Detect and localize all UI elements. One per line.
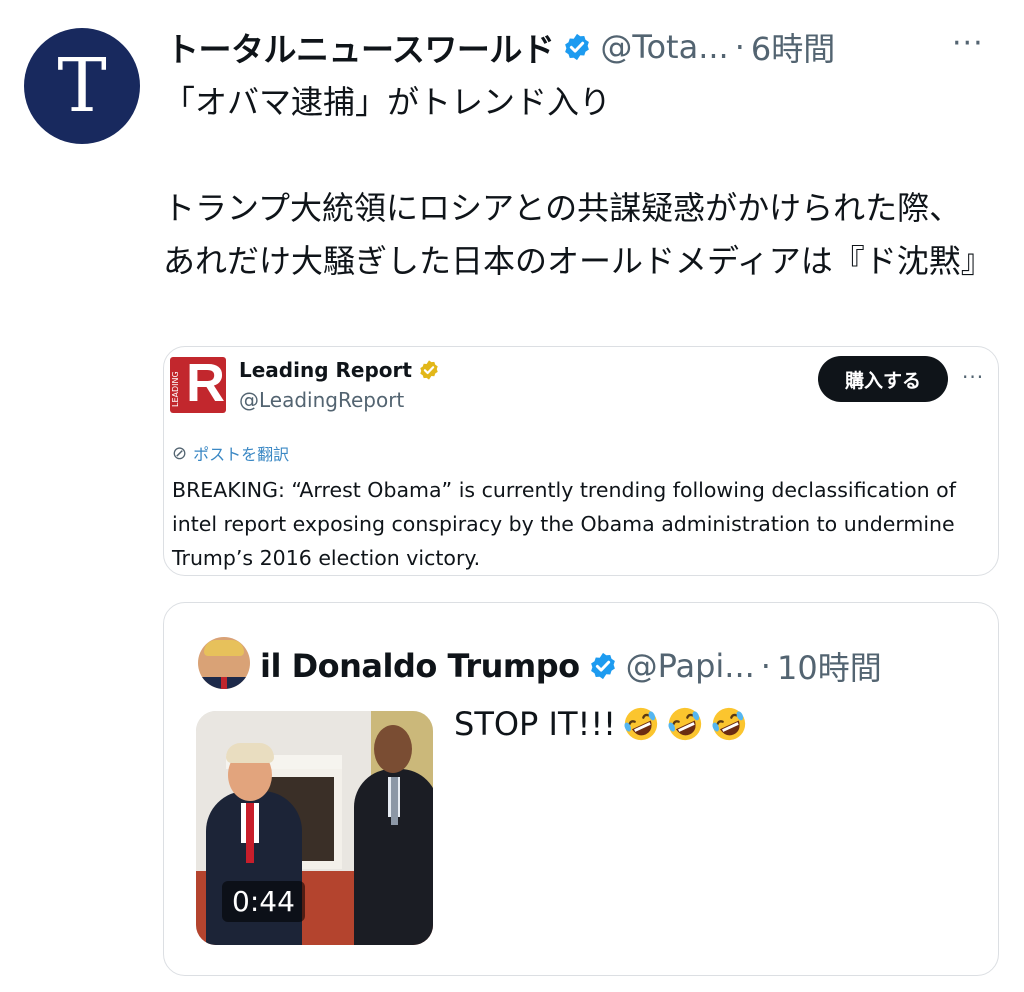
video-duration-badge: 0:44: [222, 881, 305, 922]
thumb-tie-right: [391, 777, 398, 825]
more-options-icon[interactable]: ···: [952, 26, 984, 61]
quoted-header: il Donaldo Trumpo @Papi... · 10時間: [260, 641, 882, 691]
rolling-laughing-emoji-icon: [712, 707, 746, 741]
quoted-post-card[interactable]: il Donaldo Trumpo @Papi... · 10時間 0:44 S…: [163, 602, 999, 976]
thumb-head-right: [374, 725, 412, 773]
separator-dot: ·: [734, 28, 745, 66]
leading-report-logo[interactable]: LEADING R: [170, 357, 226, 413]
translate-icon: ⊘: [172, 442, 188, 464]
thumb-tie-left: [246, 803, 254, 863]
video-thumbnail[interactable]: 0:44: [196, 711, 433, 945]
quoted-author-name[interactable]: il Donaldo Trumpo: [260, 647, 580, 685]
verified-gold-badge-icon: [420, 360, 438, 380]
embed-post-text: BREAKING: “Arrest Obama” is currently tr…: [172, 478, 956, 570]
quoted-author-handle[interactable]: @Papi...: [626, 647, 755, 685]
separator-dot: ·: [760, 647, 771, 685]
buy-button[interactable]: 購入する: [818, 356, 948, 402]
translate-label: ポストを翻訳: [193, 445, 290, 464]
embed-author-row: Leading Report: [239, 358, 440, 382]
tweet-header: トータルニュースワールド @Tota... · 6時間: [166, 22, 835, 72]
quoted-post-text: STOP IT!!!: [454, 705, 616, 743]
avatar-tie: [221, 677, 227, 689]
avatar-hair: [204, 640, 244, 656]
post-time[interactable]: 6時間: [751, 24, 835, 70]
translate-post-link[interactable]: ⊘ ポストを翻訳: [172, 441, 289, 465]
avatar-letter: T: [57, 43, 107, 129]
thumb-hair-left: [226, 743, 274, 763]
logo-letter: R: [186, 357, 225, 413]
embed-author-handle[interactable]: @LeadingReport: [239, 388, 404, 412]
author-avatar[interactable]: T: [24, 28, 140, 144]
embed-more-options-icon[interactable]: ···: [962, 365, 984, 389]
author-name[interactable]: トータルニュースワールド: [166, 23, 555, 71]
logo-side-text: LEADING: [171, 371, 180, 407]
rolling-laughing-emoji-icon: [624, 707, 658, 741]
verified-badge-icon: [590, 652, 615, 680]
author-handle[interactable]: @Tota...: [600, 28, 728, 66]
quoted-post-time[interactable]: 10時間: [777, 643, 882, 689]
tweet-text: 「オバマ逮捕」がトレンド入り トランプ大統領にロシアとの共謀疑惑がかけられた際、…: [163, 83, 993, 280]
embedded-post-card[interactable]: LEADING R Leading Report @LeadingReport …: [163, 346, 999, 576]
quoted-post-text-row: STOP IT!!!: [454, 705, 748, 743]
verified-badge-icon: [565, 33, 590, 61]
rolling-laughing-emoji-icon: [668, 707, 702, 741]
embed-author-name[interactable]: Leading Report: [239, 358, 412, 382]
quoted-author-avatar[interactable]: [198, 637, 250, 689]
